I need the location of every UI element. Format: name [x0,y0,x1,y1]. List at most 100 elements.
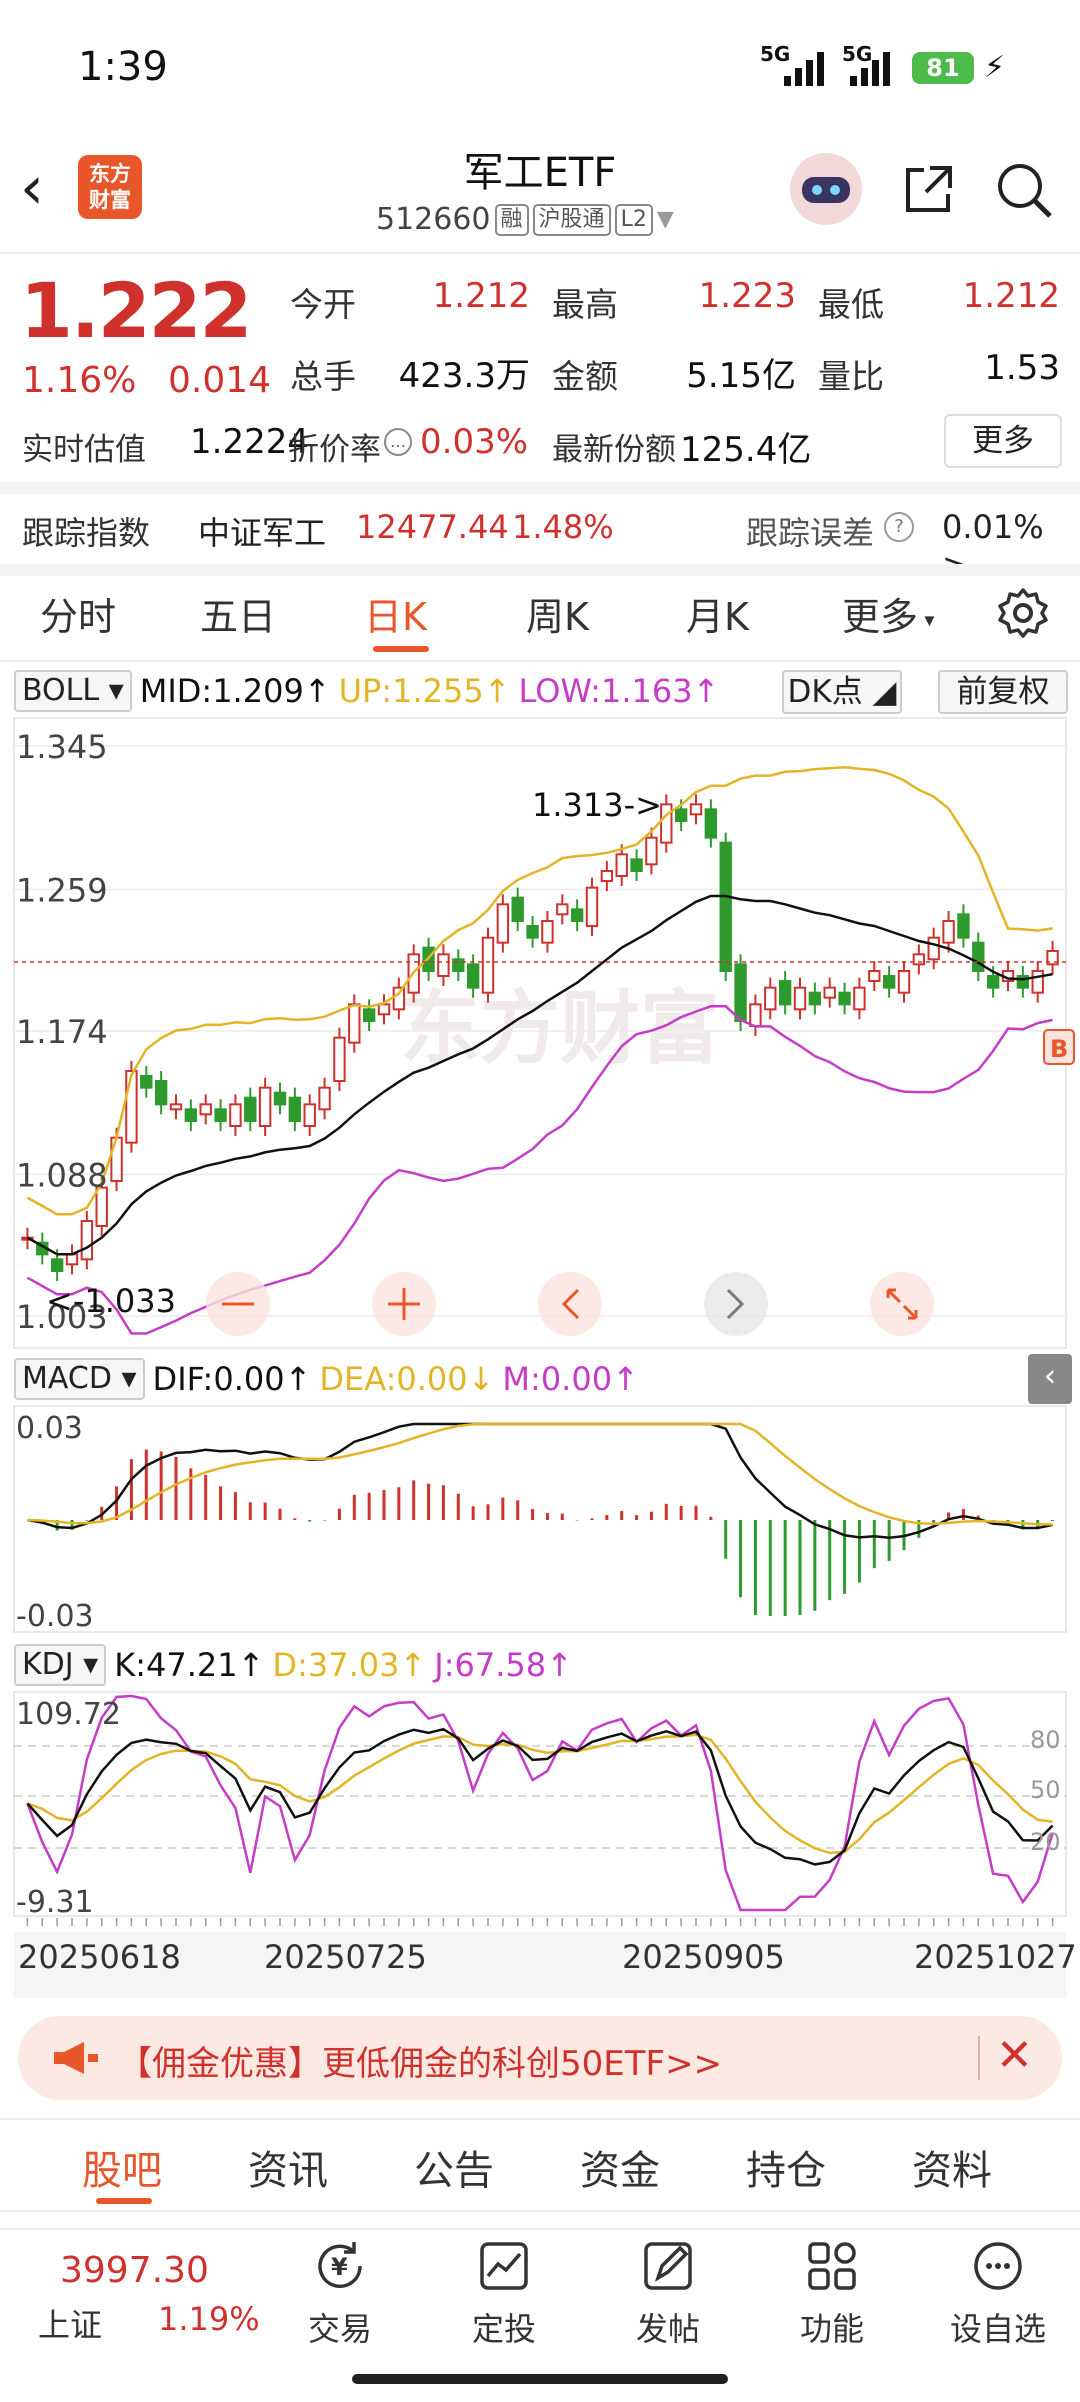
discount-value: 0.03% [420,422,529,462]
functions-button[interactable]: 功能 [772,2236,892,2350]
share-icon[interactable] [898,160,958,220]
tab-news[interactable]: 资讯 [248,2138,328,2196]
divider [0,2118,1080,2120]
candle-body [377,1003,391,1016]
security-code-row[interactable]: 512660 融 沪股通 L2 ▼ [376,202,674,237]
macd-indicator-select[interactable]: MACD ▾ [14,1358,145,1400]
signal-bars-1-icon [784,50,830,86]
candle-body [452,958,465,972]
divider [0,252,1080,254]
volume-value: 423.3万 [398,356,530,396]
market-index-pct[interactable]: 1.19% [158,2300,260,2338]
tab-holdings[interactable]: 持仓 [746,2138,826,2196]
candle-body [1031,970,1044,994]
divider [0,2210,1080,2212]
candle-body [645,836,658,866]
promo-text[interactable]: 【佣金优惠】更低佣金的科创50ETF>> [118,2036,722,2085]
back-icon[interactable]: ‹ [20,158,44,218]
tab-profile[interactable]: 资料 [912,2138,992,2196]
tab-forum[interactable]: 股吧 [82,2138,162,2196]
candle-body [333,1036,346,1082]
kdj-indicator-select[interactable]: KDJ ▾ [14,1644,107,1686]
volume-ratio-label: 量比 [818,357,884,396]
auto-invest-button[interactable]: 定投 [444,2236,564,2350]
tab-announcements[interactable]: 公告 [414,2138,494,2196]
candlestick-chart[interactable]: 东方财富 1.3451.2591.1741.0881.003 1.313-> <… [0,716,1080,1350]
buy-marker-label: B [1050,1035,1068,1063]
boll-indicator-select[interactable]: BOLL ▾ [14,670,132,712]
low-value: 1.212 [962,276,1060,316]
candle-body [258,1086,272,1127]
candle-body [214,1108,227,1123]
candle-body [288,1096,302,1122]
candle-body [244,1096,257,1122]
active-tab-indicator [373,646,429,652]
macd-dif-label: DIF:0.00↑ [152,1360,312,1398]
kdj-d-label: D:37.03↑ [272,1646,427,1684]
dk-point-button[interactable]: DK点 ◢ [782,670,902,714]
latest-share-value: 125.4亿 [680,430,812,470]
search-icon[interactable] [994,160,1054,220]
candle-body [674,808,688,823]
post-label: 发帖 [635,2310,700,2348]
candle-body [808,991,822,1006]
help-icon[interactable]: ? [884,512,914,542]
discount-label: 折价率 [288,432,381,468]
tab-daily-k[interactable]: 日K [364,586,427,641]
candle-body [125,1070,138,1144]
trade-button[interactable]: ¥ 交易 [280,2236,400,2350]
tracking-index-name[interactable]: 中证军工 [198,508,326,554]
candle-body [303,1103,316,1128]
tab-funds[interactable]: 资金 [580,2138,660,2196]
tab-monthly-k[interactable]: 月K [686,586,749,641]
add-watchlist-button[interactable]: 设自选 [938,2236,1058,2350]
market-index-name[interactable]: 上证 [38,2300,102,2346]
gear-icon[interactable] [996,586,1050,640]
svg-text:¥: ¥ [331,2253,348,2281]
candle-body [719,841,732,972]
fullscreen-button[interactable] [870,1272,934,1336]
tab-intraday[interactable]: 分时 [40,586,116,641]
tracking-index-value: 12477.44 [356,508,509,546]
promo-banner[interactable]: 【佣金优惠】更低佣金的科创50ETF>> ✕ [18,2016,1062,2100]
tab-weekly-k[interactable]: 周K [526,586,589,641]
more-dots-icon[interactable]: … [384,428,412,456]
candle-body [986,975,1000,989]
divider [978,2036,980,2080]
kdj-tick-20: 20 [1030,1828,1061,1856]
amount-value: 5.15亿 [686,356,796,396]
y-tick-label: 1.174 [16,1013,108,1051]
post-button[interactable]: 发帖 [608,2236,728,2350]
price-adjust-button[interactable]: 前复权 [938,670,1068,714]
candle-body [660,803,673,844]
yuan-cycle-icon: ¥ [318,2242,362,2288]
candle-body [972,941,985,973]
candle-body [704,808,718,839]
zoom-in-button[interactable] [372,1272,436,1336]
kdj-chart[interactable]: 109.72 -9.31 80 50 20 [0,1690,1080,1930]
collapse-panel-button[interactable]: ‹ [1028,1354,1072,1404]
close-icon[interactable]: ✕ [996,2030,1033,2081]
candle-body [169,1103,183,1111]
tab-five-day[interactable]: 五日 [200,586,276,641]
ai-assistant-icon[interactable] [790,153,862,225]
security-code: 512660 [376,202,491,237]
boll-legend: BOLL ▾ MID:1.209↑ UP:1.255↑ LOW:1.163↑ [14,670,719,712]
active-tab-indicator [96,2198,152,2204]
tab-more[interactable]: 更多 ▾ [842,586,934,641]
zoom-out-button[interactable] [206,1272,270,1336]
candle-body [912,953,926,966]
candle-body [630,858,643,872]
kdj-y-bottom: -9.31 [16,1885,94,1920]
candle-body [50,1258,64,1272]
candle-body [140,1075,153,1089]
pan-right-button[interactable] [704,1272,768,1336]
boll-up-label: UP:1.255↑ [338,672,511,710]
date-tick-marks [26,1918,1054,1926]
more-button[interactable]: 更多 [944,414,1062,468]
candle-body [437,953,450,977]
macd-chart[interactable]: 0.03 -0.03 [0,1404,1080,1634]
edit-icon [644,2242,692,2290]
pan-left-button[interactable] [538,1272,602,1336]
market-index-value[interactable]: 3997.30 [60,2250,209,2291]
